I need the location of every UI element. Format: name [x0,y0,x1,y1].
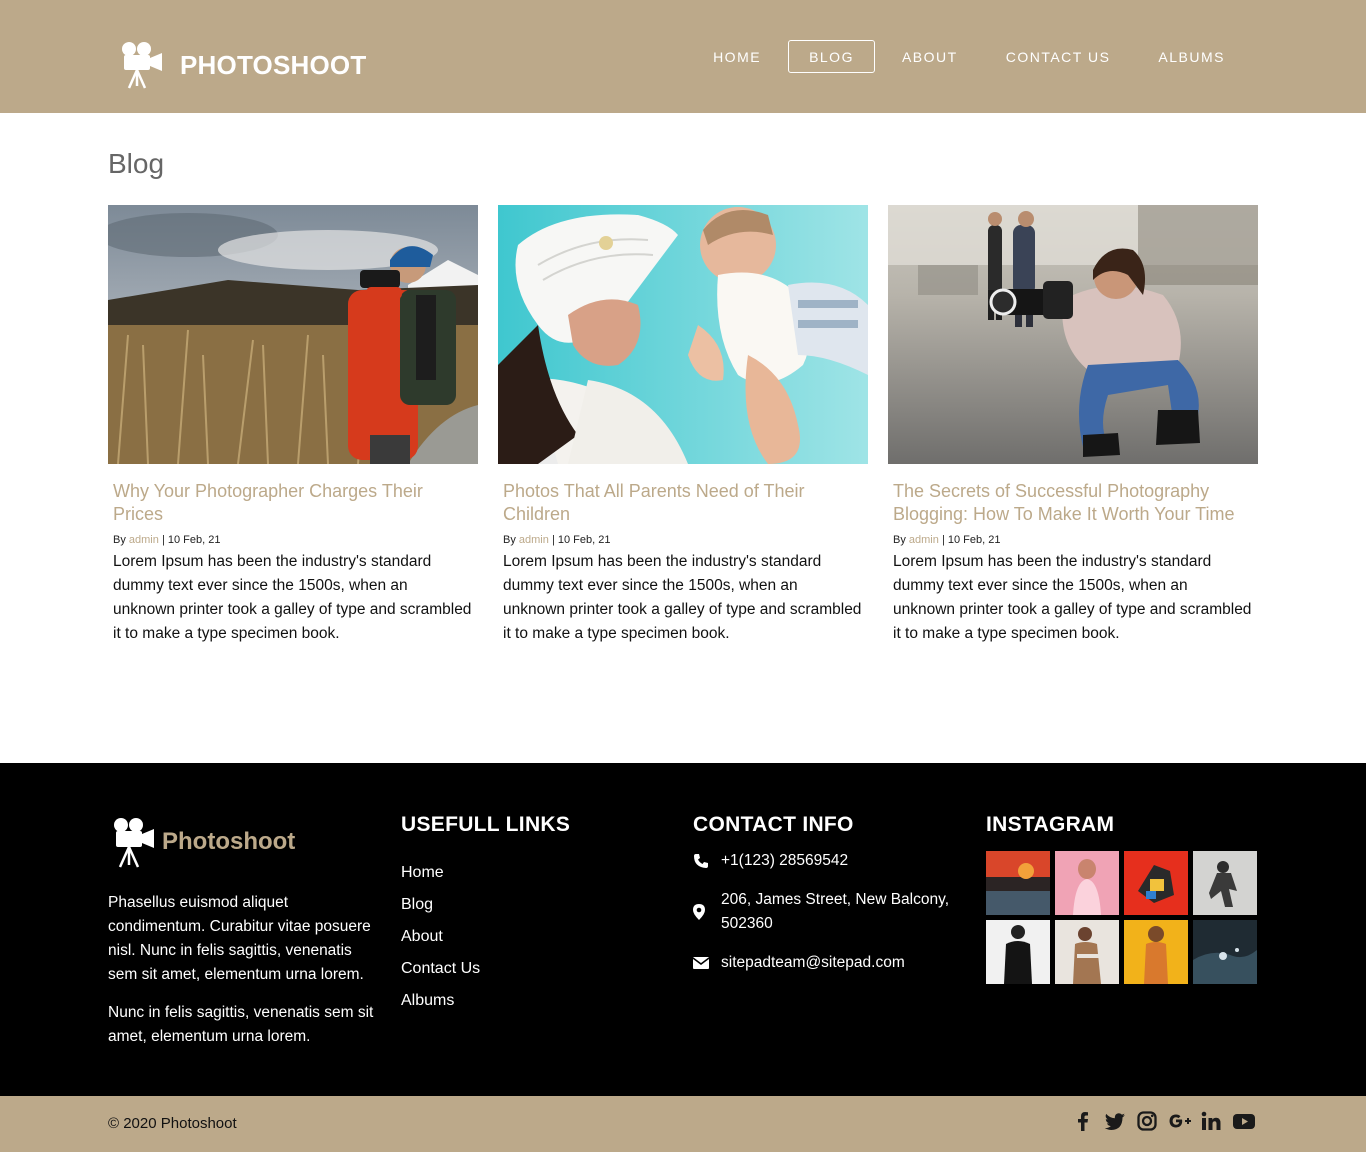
nav-about[interactable]: ABOUT [881,40,979,73]
social-links [1072,1110,1255,1132]
footer-link-about[interactable]: About [401,928,443,945]
page-title: Blog [108,148,165,179]
movie-camera-icon [122,42,162,89]
footer-brand-name: Photoshoot [162,828,296,855]
blog-posts: Why Your Photographer Charges Their Pric… [108,205,1258,646]
post-meta: By admin | 10 Feb, 21 [893,534,1253,546]
post-date: | 10 Feb, 21 [161,534,221,546]
twitter-icon[interactable] [1104,1110,1126,1132]
post-title[interactable]: The Secrets of Successful Photography Bl… [893,480,1253,526]
blog-post: Why Your Photographer Charges Their Pric… [108,205,478,646]
footer-contact-heading: CONTACT INFO [693,813,854,836]
post-by-label: By [503,534,516,546]
header-logo[interactable]: PHOTOSHOOT [120,40,366,90]
brand-name: PHOTOSHOOT [180,49,367,80]
instagram-photo[interactable] [1055,851,1119,915]
nav-contact-us[interactable]: CONTACT US [985,40,1132,73]
post-image-hiker-photographer[interactable] [108,205,478,464]
instagram-icon[interactable] [1136,1110,1158,1132]
post-excerpt: Lorem Ipsum has been the industry's stan… [113,553,472,642]
site-header: PHOTOSHOOT HOME BLOG ABOUT CONTACT US AL… [0,0,1366,113]
instagram-photo[interactable] [1193,920,1257,984]
envelope-icon [693,951,721,975]
post-date: | 10 Feb, 21 [551,534,611,546]
footer-links: USEFULL LINKS Home Blog About Contact Us… [401,813,651,1017]
post-by-label: By [113,534,126,546]
contact-email-row: sitepadteam@sitepad.com [693,951,953,975]
post-author-link[interactable]: admin [909,534,939,546]
footer-link-contact-us[interactable]: Contact Us [401,960,480,977]
nav-albums[interactable]: ALBUMS [1137,40,1246,73]
youtube-icon[interactable] [1232,1110,1255,1132]
movie-camera-icon [114,818,154,868]
instagram-photo[interactable] [1055,920,1119,984]
post-author-link[interactable]: admin [129,534,159,546]
post-title[interactable]: Photos That All Parents Need of Their Ch… [503,480,863,526]
post-date: | 10 Feb, 21 [941,534,1001,546]
footer-about-text: Phasellus euismod aliquet condimentum. C… [108,894,371,983]
phone-icon [693,849,721,873]
map-marker-icon [693,888,721,936]
blog-post: The Secrets of Successful Photography Bl… [888,205,1258,646]
instagram-grid [986,851,1258,984]
instagram-photo[interactable] [1124,920,1188,984]
footer-logo[interactable]: Photoshoot [112,815,388,869]
contact-address: 206, James Street, New Balcony, 502360 [721,891,950,932]
footer-link-albums[interactable]: Albums [401,992,454,1009]
main-nav: HOME BLOG ABOUT CONTACT US ALBUMS [686,40,1246,73]
post-meta: By admin | 10 Feb, 21 [113,534,473,546]
footer-contact: CONTACT INFO +1(123) 28569542 206, James… [693,813,953,975]
post-author-link[interactable]: admin [519,534,549,546]
nav-blog[interactable]: BLOG [788,40,875,73]
site-footer: Photoshoot Phasellus euismod aliquet con… [0,763,1366,1096]
post-image-woman-with-camera[interactable] [888,205,1258,464]
copyright-text: © 2020 Photoshoot [108,1115,237,1132]
contact-phone-row: +1(123) 28569542 [693,849,953,873]
google-plus-icon[interactable] [1168,1110,1191,1132]
nav-home[interactable]: HOME [692,40,782,73]
facebook-icon[interactable] [1072,1110,1094,1132]
linkedin-icon[interactable] [1200,1110,1222,1132]
post-title[interactable]: Why Your Photographer Charges Their Pric… [113,480,473,526]
footer-about-text: Nunc in felis sagittis, venenatis sem si… [108,1004,374,1045]
contact-email[interactable]: sitepadteam@sitepad.com [721,951,905,975]
contact-phone[interactable]: +1(123) 28569542 [721,849,848,873]
instagram-photo[interactable] [986,920,1050,984]
instagram-photo[interactable] [986,851,1050,915]
post-excerpt: Lorem Ipsum has been the industry's stan… [503,553,862,642]
footer-link-blog[interactable]: Blog [401,896,433,913]
blog-post: Photos That All Parents Need of Their Ch… [498,205,868,646]
post-meta: By admin | 10 Feb, 21 [503,534,863,546]
footer-link-home[interactable]: Home [401,864,444,881]
footer-instagram: INSTAGRAM [986,813,1258,984]
post-by-label: By [893,534,906,546]
instagram-photo[interactable] [1193,851,1257,915]
instagram-photo[interactable] [1124,851,1188,915]
post-excerpt: Lorem Ipsum has been the industry's stan… [893,553,1252,642]
footer-links-heading: USEFULL LINKS [401,813,571,836]
footer-about: Photoshoot Phasellus euismod aliquet con… [108,813,388,1049]
instagram-heading: INSTAGRAM [986,813,1115,836]
bottom-bar: © 2020 Photoshoot [0,1096,1366,1152]
post-image-mother-baby[interactable] [498,205,868,464]
contact-address-row: 206, James Street, New Balcony, 502360 [693,888,953,936]
